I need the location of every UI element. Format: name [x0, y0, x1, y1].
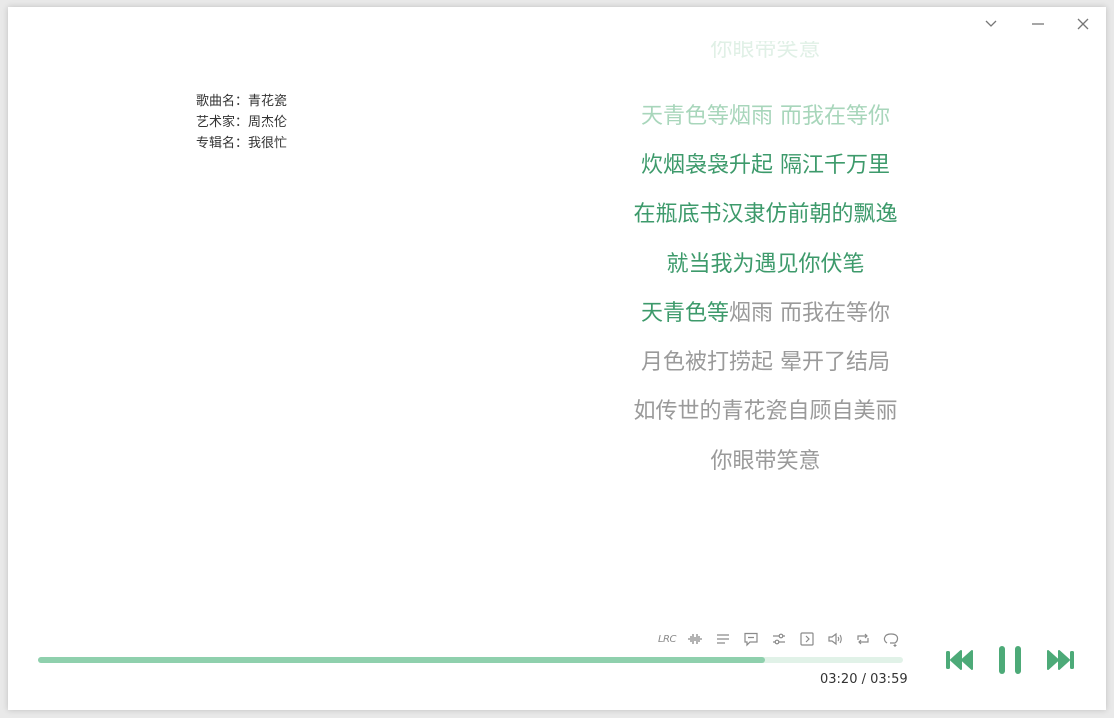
player-toolbar: LRC: [656, 629, 902, 649]
current-lyric-rest: 烟雨 而我在等你: [729, 301, 890, 326]
total-time: 03:59: [870, 672, 908, 687]
loop-one-icon[interactable]: [880, 629, 902, 649]
current-time: 03:20: [820, 672, 858, 687]
playlist-icon[interactable]: [712, 629, 734, 649]
close-icon[interactable]: [1067, 13, 1099, 35]
waveform-icon[interactable]: [684, 629, 706, 649]
album-name: 我很忙: [248, 136, 288, 151]
next-button[interactable]: [1042, 645, 1078, 675]
artist-name: 周杰伦: [248, 115, 288, 130]
lyric-line: 天青色等烟雨 而我在等你: [641, 104, 890, 129]
equalizer-icon[interactable]: [768, 629, 790, 649]
previous-icon: [946, 650, 973, 670]
player-window: 歌曲名：青花瓷 艺术家：周杰伦 专辑名：我很忙 你眼带笑意 天青色等烟雨 而我在…: [8, 7, 1106, 710]
album-label: 专辑名：: [196, 136, 249, 151]
lyric-line: 炊烟袅袅升起 隔江千万里: [641, 153, 890, 178]
song-info: 歌曲名：青花瓷 艺术家：周杰伦 专辑名：我很忙: [196, 91, 287, 154]
lrc-label: LRC: [657, 633, 677, 645]
next-icon: [1047, 650, 1074, 670]
volume-icon[interactable]: [824, 629, 846, 649]
minimize-to-tray-icon[interactable]: [975, 13, 1007, 35]
artist-label: 艺术家：: [196, 115, 249, 130]
song-title-row: 歌曲名：青花瓷: [196, 91, 287, 112]
time-separator: /: [861, 672, 866, 687]
album-row: 专辑名：我很忙: [196, 133, 287, 154]
lyric-line: 在瓶底书汉隶仿前朝的飘逸: [633, 202, 898, 227]
song-title: 青花瓷: [248, 94, 288, 109]
lyric-line: 就当我为遇见你伏笔: [666, 252, 865, 277]
song-title-label: 歌曲名：: [196, 94, 249, 109]
comment-icon[interactable]: [740, 629, 762, 649]
repeat-icon[interactable]: [852, 629, 874, 649]
current-lyric-sung: 天青色等: [640, 301, 729, 326]
lyric-line: 如传世的青花瓷自顾自美丽: [633, 399, 898, 424]
current-lyric-line: 天青色等烟雨 而我在等你: [593, 289, 938, 338]
lyric-line: 月色被打捞起 晕开了结局: [641, 350, 890, 375]
lyrics-panel: 你眼带笑意 天青色等烟雨 而我在等你 炊烟袅袅升起 隔江千万里 在瓶底书汉隶仿前…: [593, 41, 938, 487]
expand-icon[interactable]: [796, 629, 818, 649]
minimize-icon[interactable]: [1022, 13, 1054, 35]
pause-icon: [999, 646, 1021, 674]
progress-bar[interactable]: [38, 657, 903, 663]
lrc-icon[interactable]: LRC: [656, 629, 678, 649]
previous-button[interactable]: [942, 645, 978, 675]
artist-row: 艺术家：周杰伦: [196, 112, 287, 133]
time-display: 03:20 / 03:59: [820, 672, 908, 687]
lyric-line: 你眼带笑意: [710, 449, 821, 474]
pause-button[interactable]: [993, 643, 1027, 677]
progress-fill: [38, 657, 765, 663]
lyric-line: 你眼带笑意: [710, 41, 821, 62]
